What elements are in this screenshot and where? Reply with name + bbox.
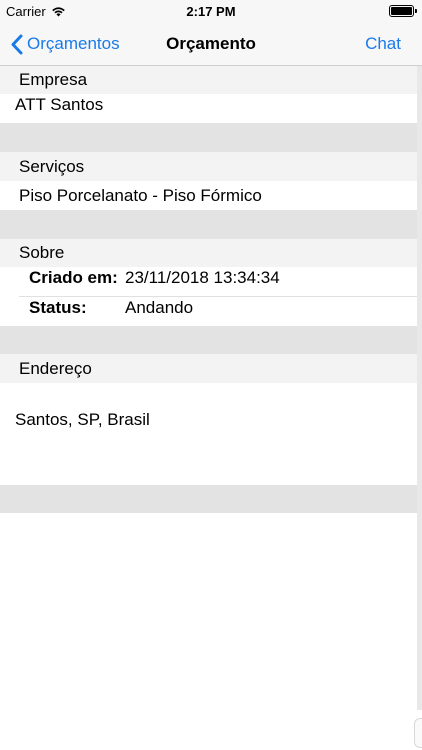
section-header-empresa: Empresa	[0, 66, 422, 94]
chat-button[interactable]: Chat	[365, 22, 401, 66]
section-title-servicos: Serviços	[19, 157, 85, 176]
status-row: Status: Andando	[0, 297, 422, 326]
section-title-sobre: Sobre	[19, 243, 65, 262]
battery-fill	[391, 7, 412, 15]
status-bar: Carrier 2:17 PM	[0, 0, 422, 22]
section-gap	[0, 210, 422, 239]
section-title-empresa: Empresa	[19, 70, 88, 89]
section-header-endereco: Endereço	[0, 354, 422, 383]
section-gap	[0, 485, 422, 513]
status-value: Andando	[125, 298, 194, 317]
created-label: Criado em:	[29, 268, 118, 287]
scroll-indicator[interactable]	[417, 66, 422, 710]
servicos-row: Piso Porcelanato - Piso Fórmico	[0, 181, 422, 210]
status-label: Status:	[29, 298, 87, 317]
section-header-sobre: Sobre	[0, 239, 422, 267]
battery-icon	[389, 5, 417, 17]
empresa-row: ATT Santos	[0, 94, 422, 123]
section-gap	[0, 326, 422, 354]
endereco-value: Santos, SP, Brasil	[15, 410, 150, 429]
section-title-endereco: Endereço	[19, 359, 92, 378]
empresa-value: ATT Santos	[15, 95, 104, 114]
created-row: Criado em: 23/11/2018 13:34:34	[0, 267, 422, 296]
section-header-servicos: Serviços	[0, 152, 422, 181]
edge-handle	[414, 718, 422, 748]
empty-list-area	[0, 513, 422, 750]
servicos-value: Piso Porcelanato - Piso Fórmico	[19, 186, 262, 205]
battery-tip	[415, 9, 417, 13]
status-time: 2:17 PM	[186, 4, 236, 19]
section-gap	[0, 123, 422, 152]
created-value: 23/11/2018 13:34:34	[125, 268, 280, 287]
endereco-row: Santos, SP, Brasil	[0, 383, 422, 485]
navigation-bar: Orçamentos Orçamento Chat	[0, 22, 422, 66]
page-title: Orçamento	[166, 34, 256, 53]
